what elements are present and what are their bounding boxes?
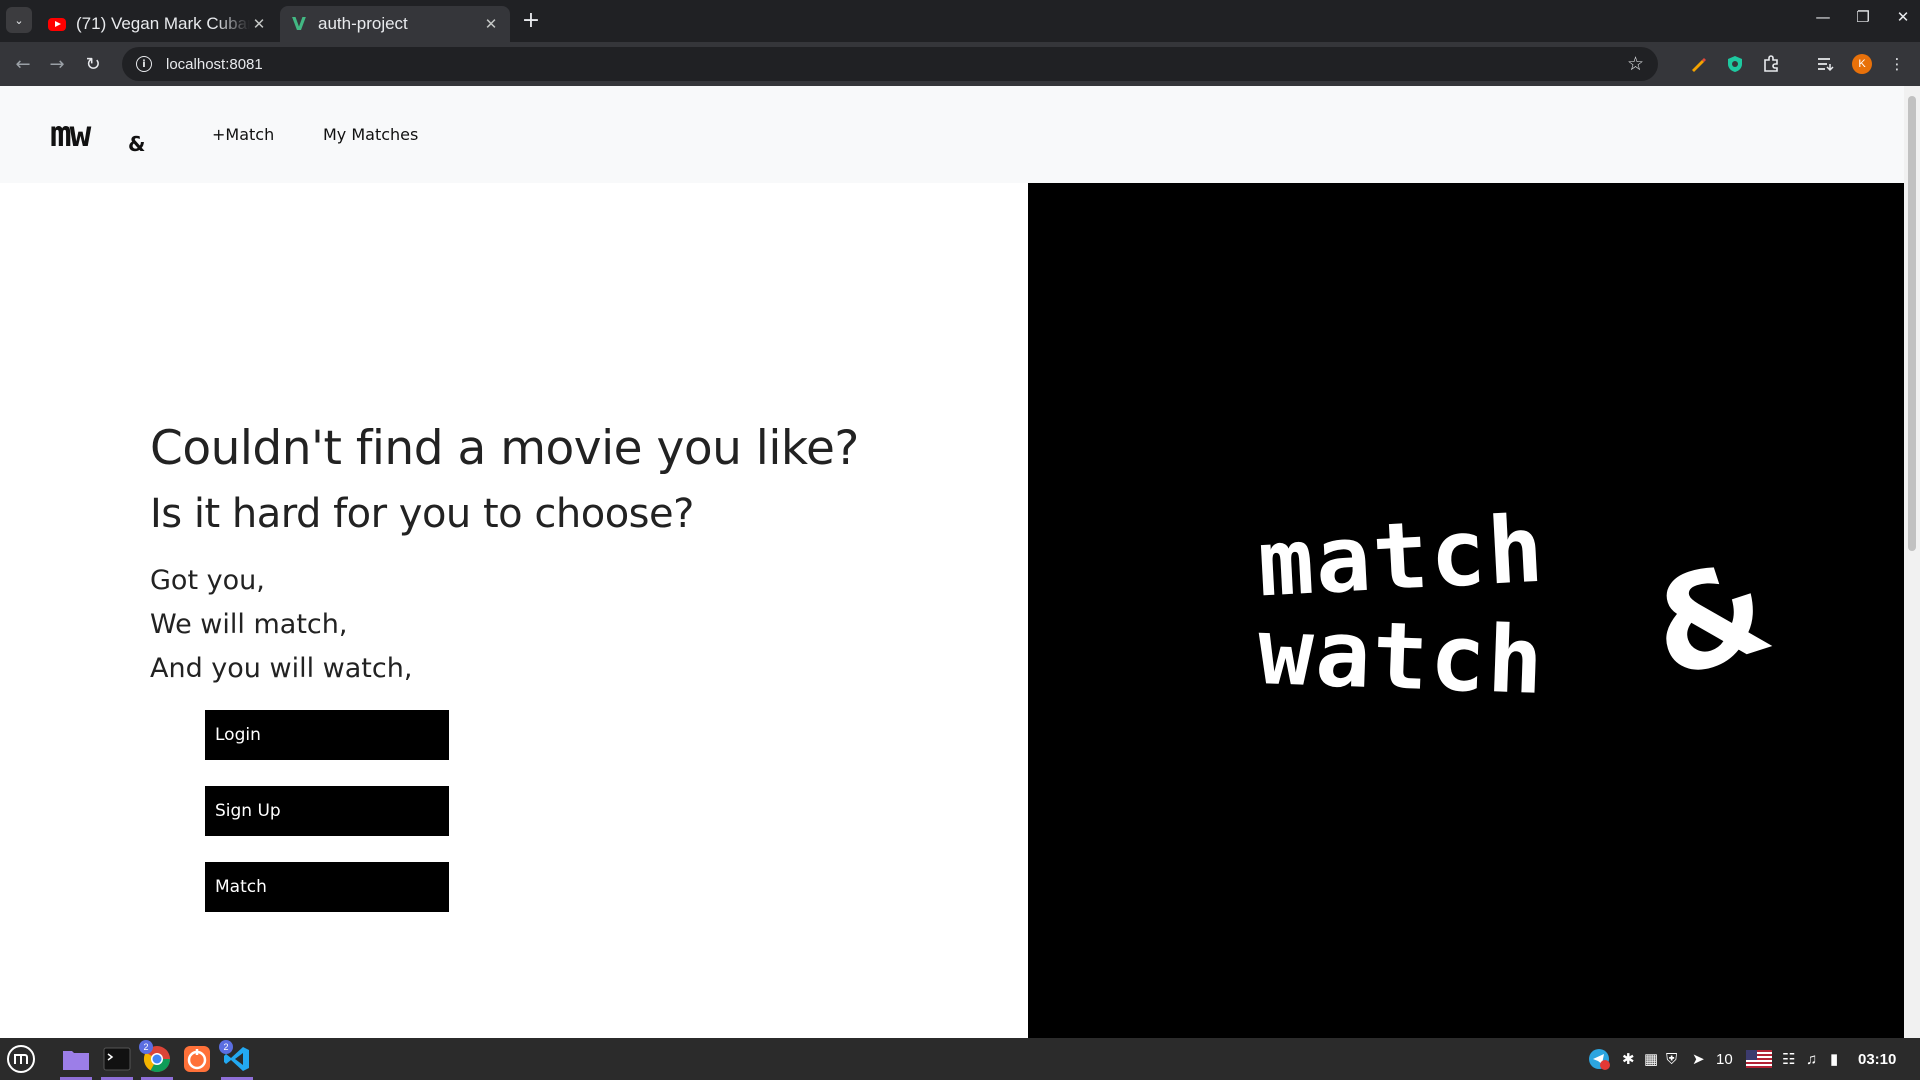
- vscode-window-count: 2: [219, 1040, 233, 1054]
- hero-headline: Couldn't find a movie you like?: [150, 421, 859, 476]
- login-button[interactable]: Login: [205, 710, 449, 760]
- shield-tray-icon[interactable]: ⛨: [1666, 1038, 1677, 1080]
- update-icon[interactable]: ➤: [1692, 1038, 1705, 1080]
- restore-icon[interactable]: ❐: [1854, 8, 1872, 26]
- chevron-down-icon: ⌄: [14, 13, 24, 27]
- site-info-icon[interactable]: i: [136, 56, 152, 72]
- tab-title: auth-project: [318, 14, 408, 33]
- art-word-watch: watch: [1256, 598, 1547, 715]
- nav-add-match[interactable]: +Match: [212, 125, 274, 144]
- us-flag-keyboard-icon[interactable]: [1746, 1038, 1772, 1080]
- menu-kebab-icon[interactable]: ⋮: [1886, 53, 1908, 75]
- match-button[interactable]: Match: [205, 862, 449, 912]
- extension-shield-icon[interactable]: [1724, 53, 1746, 75]
- chrome-icon[interactable]: 2: [139, 1040, 173, 1080]
- chrome-window-count: 2: [139, 1040, 153, 1054]
- browser-tab-strip: ⌄ (71) Vegan Mark Cuban ✕ V auth-project…: [0, 0, 1920, 42]
- close-icon[interactable]: ✕: [250, 15, 268, 33]
- window-controls: — ❐ ✕: [1814, 8, 1912, 26]
- reload-button[interactable]: ↻: [80, 51, 106, 77]
- bluetooth-icon[interactable]: ✱: [1622, 1038, 1635, 1080]
- extension-pencil-icon[interactable]: [1688, 53, 1710, 75]
- volume-level[interactable]: 10: [1716, 1038, 1733, 1080]
- scrollbar-thumb[interactable]: [1908, 96, 1916, 551]
- close-window-icon[interactable]: ✕: [1894, 8, 1912, 26]
- reading-list-icon[interactable]: [1814, 53, 1836, 75]
- vscode-icon[interactable]: 2: [219, 1040, 253, 1080]
- match-watch-artwork: match watch &: [1255, 496, 1818, 743]
- tab-search-button[interactable]: ⌄: [6, 7, 32, 33]
- logo-text: mw: [50, 114, 91, 155]
- art-ampersand: &: [1632, 529, 1788, 709]
- signup-button[interactable]: Sign Up: [205, 786, 449, 836]
- hero-art-panel: match watch &: [1028, 183, 1904, 1038]
- address-bar[interactable]: i localhost:8081 ☆: [122, 47, 1658, 81]
- hero-line: We will match,: [150, 609, 348, 640]
- terminal-icon[interactable]: [101, 1043, 133, 1080]
- hero-line: Got you,: [150, 565, 265, 596]
- vue-icon: V: [292, 13, 306, 35]
- site-header: mw & +Match My Matches: [0, 86, 1904, 183]
- firefox-icon[interactable]: [181, 1043, 213, 1075]
- extensions-puzzle-icon[interactable]: [1760, 53, 1782, 75]
- new-tab-button[interactable]: +: [518, 7, 544, 33]
- hero-line: And you will watch,: [150, 653, 413, 684]
- page-viewport: mw & +Match My Matches Couldn't find a m…: [0, 86, 1920, 1038]
- bookmark-star-icon[interactable]: ☆: [1627, 53, 1644, 75]
- os-taskbar: 2 2 ✱ ▦ ⛨ ➤ 10 ☷ ♫ ▮ 03:10: [0, 1038, 1920, 1080]
- page-scrollbar[interactable]: [1904, 86, 1920, 1038]
- back-button[interactable]: ←: [10, 51, 36, 77]
- tab-auth-project[interactable]: V auth-project ✕: [280, 6, 510, 42]
- music-icon[interactable]: ♫: [1806, 1038, 1817, 1080]
- tab-youtube[interactable]: (71) Vegan Mark Cuban ✕: [38, 6, 278, 42]
- tab-title: (71) Vegan Mark Cuban: [76, 14, 250, 33]
- close-icon[interactable]: ✕: [482, 15, 500, 33]
- clock[interactable]: 03:10: [1858, 1038, 1896, 1080]
- telegram-tray-icon[interactable]: [1588, 1038, 1610, 1080]
- url-text: localhost:8081: [166, 55, 263, 73]
- battery-icon[interactable]: ▮: [1830, 1038, 1838, 1080]
- site-logo[interactable]: mw &: [50, 114, 150, 158]
- minimize-icon[interactable]: —: [1814, 8, 1832, 26]
- files-icon[interactable]: [60, 1043, 92, 1080]
- forward-button[interactable]: →: [44, 51, 70, 77]
- nav-my-matches[interactable]: My Matches: [323, 125, 418, 144]
- logo-ampersand: &: [128, 132, 146, 156]
- start-menu-icon[interactable]: [5, 1043, 37, 1075]
- youtube-icon: [48, 15, 66, 33]
- network-icon[interactable]: ☷: [1782, 1038, 1795, 1080]
- hero-subheadline: Is it hard for you to choose?: [150, 491, 694, 537]
- profile-avatar[interactable]: K: [1852, 54, 1872, 74]
- browser-toolbar: ← → ↻ i localhost:8081 ☆ K ⋮: [0, 42, 1920, 86]
- clipboard-icon[interactable]: ▦: [1644, 1038, 1658, 1080]
